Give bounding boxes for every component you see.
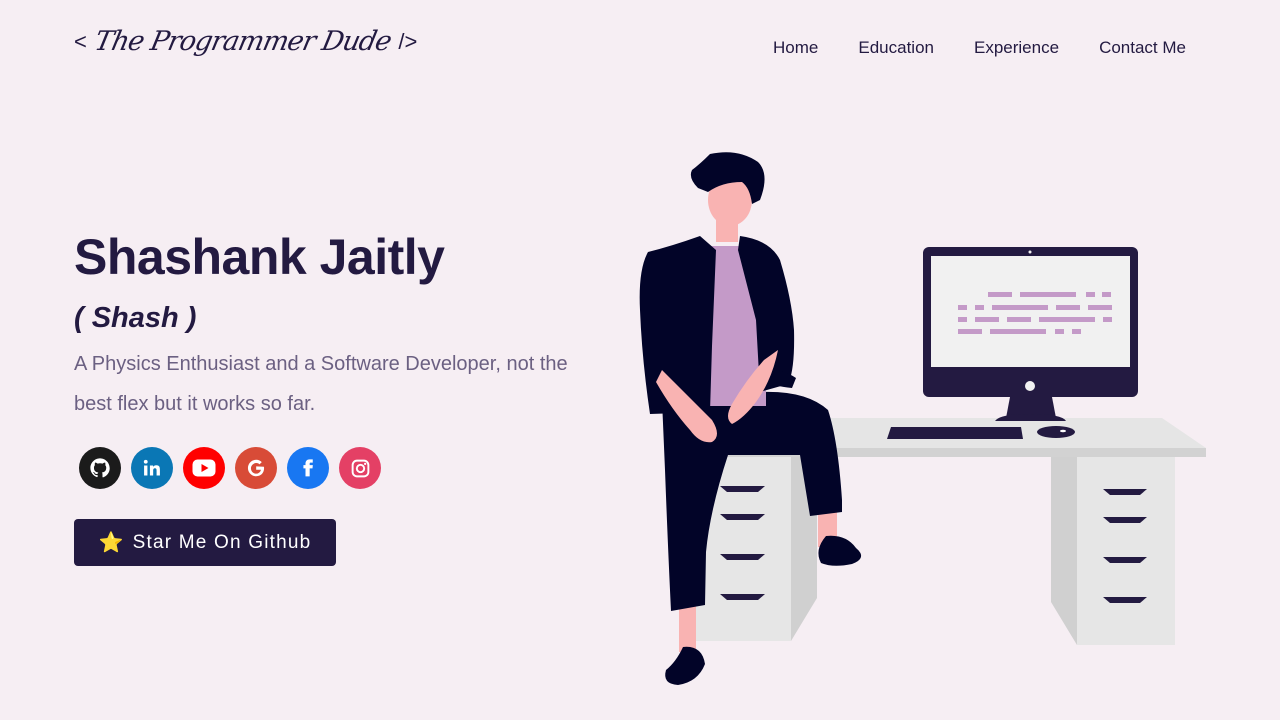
youtube-link[interactable] — [183, 447, 225, 489]
nav-item-home[interactable]: Home — [773, 38, 818, 58]
developer-desk-illustration — [639, 152, 1206, 685]
nav-item-experience[interactable]: Experience — [974, 38, 1059, 58]
nav-item-education[interactable]: Education — [858, 38, 934, 58]
hero-description: A Physics Enthusiast and a Software Deve… — [74, 353, 568, 415]
google-link[interactable] — [235, 447, 277, 489]
main-nav: Home Education Experience Contact Me — [773, 38, 1186, 58]
logo-open-bracket: < — [74, 28, 87, 54]
github-link[interactable] — [79, 447, 121, 489]
instagram-icon — [351, 459, 369, 477]
star-button-label: Star Me On Github — [132, 531, 312, 553]
facebook-icon — [303, 459, 313, 477]
facebook-link[interactable] — [287, 447, 329, 489]
hero-name: Shashank Jaitly — [74, 229, 445, 285]
star-on-github-button[interactable]: ⭐ Star Me On Github — [74, 519, 336, 566]
logo-close-bracket: /> — [398, 28, 418, 54]
hero-nickname: ( Shash ) — [74, 302, 197, 334]
social-links — [79, 447, 381, 489]
github-icon — [90, 458, 110, 478]
instagram-link[interactable] — [339, 447, 381, 489]
site-logo[interactable]: < The Programmer Dude /> — [74, 26, 417, 57]
nav-item-contact-me[interactable]: Contact Me — [1099, 38, 1186, 58]
linkedin-link[interactable] — [131, 447, 173, 489]
logo-text: The Programmer Dude — [91, 26, 394, 57]
google-icon — [247, 459, 265, 477]
youtube-icon — [192, 459, 216, 477]
linkedin-icon — [143, 459, 160, 476]
page: < The Programmer Dude /> Home Education … — [0, 0, 1280, 720]
star-icon: ⭐ — [98, 532, 125, 554]
